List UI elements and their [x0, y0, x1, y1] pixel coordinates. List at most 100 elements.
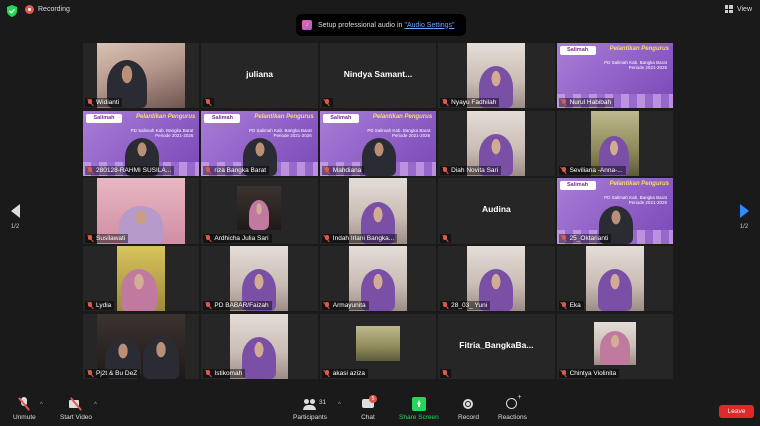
participant-name-label: Lydia: [85, 301, 115, 311]
participants-caret-icon[interactable]: ^: [338, 402, 341, 408]
microphone-muted-icon: [205, 166, 211, 174]
participant-video: [355, 325, 400, 361]
participant-tile[interactable]: Nindya Samant...: [319, 43, 437, 109]
salimah-logo: Salimah: [322, 113, 359, 123]
participant-video-person: [143, 336, 179, 379]
audio-settings-link[interactable]: "Audio Settings": [404, 22, 454, 29]
reactions-button[interactable]: Reactions: [498, 394, 527, 421]
prev-page-nav[interactable]: 1/2: [8, 204, 22, 230]
next-page-nav[interactable]: 1/2: [737, 204, 751, 230]
participant-name-center: Nindya Samant...: [343, 69, 413, 79]
participant-name-label: akasi aziza: [321, 368, 368, 378]
reactions-label: Reactions: [498, 414, 527, 421]
participant-name: 28_03_ Yuni: [451, 302, 488, 310]
recording-indicator[interactable]: Recording: [25, 5, 70, 14]
chat-button[interactable]: 5 Chat: [361, 395, 377, 421]
participant-tile[interactable]: Salimah Pelantikan Pengurus PD Salimah Kab…: [556, 43, 673, 109]
unmute-button[interactable]: Unmute: [13, 397, 36, 421]
banner-period-line: Periode 2021-2026: [391, 132, 431, 138]
participant-name-label: Susilawati: [85, 233, 129, 243]
audio-settings-notice: ♪ Setup professional audio in "Audio Set…: [296, 14, 466, 36]
microphone-muted-icon: [205, 99, 211, 106]
participant-name-label: 280128-RAHMI SUSILA...: [85, 165, 175, 175]
participant-video-person: [249, 199, 270, 230]
microphone-muted-icon: [561, 166, 567, 174]
participant-tile[interactable]: Salimah Pelantikan Pengurus PD Salimah Kab…: [201, 110, 318, 176]
salimah-logo: Salimah: [559, 46, 596, 55]
participant-name-label: Pj2t & Bu DeZ: [85, 368, 141, 378]
participant-name: akasi aziza: [332, 369, 365, 377]
participant-name: Istikomah: [214, 369, 243, 377]
audio-options-caret-icon[interactable]: ^: [40, 402, 43, 408]
banner-title: Pelantikan Pengurus: [609, 46, 669, 52]
leave-button[interactable]: Leave: [719, 405, 754, 418]
participant-name: Nurul Habibah: [569, 99, 612, 107]
view-button[interactable]: View: [724, 5, 752, 13]
page-indicator-right: 1/2: [739, 224, 749, 230]
record-icon: [461, 397, 475, 411]
start-video-button[interactable]: Start Video: [60, 397, 92, 421]
participant-tile[interactable]: Lydia: [83, 246, 200, 312]
microphone-muted-icon: [324, 369, 330, 377]
participant-name-label: Ardhicha Julia Sari: [203, 233, 272, 243]
participant-name-center: Fitria_BangkaBa...: [459, 339, 534, 350]
reactions-icon: [505, 394, 521, 411]
participant-video-person: [597, 269, 632, 312]
shield-icon[interactable]: [7, 5, 17, 17]
video-gallery: Widianti juliana Nindya Samant... Nyayu Fad…: [83, 43, 677, 383]
share-screen-button[interactable]: Share Screen: [399, 397, 439, 421]
participant-tile[interactable]: Istikomah: [201, 313, 318, 379]
video-options-caret-icon[interactable]: ^: [94, 402, 97, 408]
participant-name: Susilawati: [96, 234, 126, 242]
microphone-muted-icon: [87, 166, 93, 174]
microphone-muted-icon: [87, 302, 93, 309]
microphone-muted-icon: [442, 166, 448, 174]
chevron-left-icon[interactable]: [10, 204, 20, 218]
participant-tile[interactable]: Fitria_BangkaBa...: [438, 313, 555, 379]
participant-tile[interactable]: Seviliana -Anna-...: [556, 110, 673, 176]
participant-video: [237, 186, 282, 230]
participant-tile[interactable]: Ardhicha Julia Sari: [201, 178, 318, 244]
share-screen-label: Share Screen: [399, 414, 439, 421]
participant-name: Chintya Violinita: [569, 369, 617, 377]
banner-subtitle-line: PD Salimah Kab. Bangka Barat: [130, 127, 194, 133]
participant-name: PD BABAR/Faizah: [214, 302, 269, 310]
participant-tile[interactable]: Audina: [438, 178, 555, 244]
participant-tile[interactable]: PD BABAR/Faizah: [201, 246, 318, 312]
participant-tile[interactable]: Nyayu Fadhilah: [438, 43, 555, 109]
recording-label: Recording: [38, 6, 70, 13]
microphone-muted-icon: [324, 302, 330, 309]
participant-tile[interactable]: juliana: [201, 43, 318, 109]
participants-count: 31: [318, 399, 327, 406]
participant-tile[interactable]: Eka: [556, 246, 673, 312]
participants-label: Participants: [293, 414, 327, 421]
chevron-right-icon[interactable]: [739, 204, 749, 218]
record-button[interactable]: Record: [458, 397, 479, 421]
microphone-muted-icon: [205, 302, 211, 309]
participant-tile[interactable]: Diah Novita Sari: [438, 110, 555, 176]
participant-tile[interactable]: 28_03_ Yuni: [438, 246, 555, 312]
microphone-muted-icon: [324, 99, 330, 106]
participant-tile[interactable]: Salimah Pelantikan Pengurus PD Salimah Kab…: [319, 110, 437, 176]
banner-subtitle-line: PD Salimah Kab. Bangka Barat: [248, 127, 312, 133]
participant-name: Pj2t & Bu DeZ: [96, 369, 138, 377]
participant-tile[interactable]: Chintya Violinita: [556, 313, 673, 379]
participant-tile[interactable]: Susilawati: [83, 178, 200, 244]
participants-button[interactable]: 31 Participants: [293, 397, 327, 421]
participant-tile[interactable]: Salimah Pelantikan Pengurus PD Salimah Kab…: [556, 178, 673, 244]
participant-name-center: juliana: [246, 69, 274, 79]
participant-tile[interactable]: Pj2t & Bu DeZ: [83, 313, 200, 379]
participant-tile[interactable]: akasi aziza: [319, 313, 437, 379]
banner-subtitle-line: PD Salimah Kab. Bangka Barat: [367, 127, 431, 133]
music-note-icon: ♪: [302, 20, 312, 30]
participant-name-label: Armayunita: [321, 301, 369, 311]
participant-name-label: Indah Irlani Bangka...: [321, 233, 398, 243]
participant-tile[interactable]: Indah Irlani Bangka...: [319, 178, 437, 244]
participant-tile[interactable]: Armayunita: [319, 246, 437, 312]
participant-name-label: 28_03_ Yuni: [440, 301, 491, 311]
participant-tile[interactable]: Widianti: [83, 43, 200, 109]
participant-tile[interactable]: Salimah Pelantikan Pengurus PD Salimah Kab…: [83, 110, 200, 176]
salimah-logo: Salimah: [559, 181, 596, 191]
participant-video: [585, 246, 644, 312]
microphone-muted-icon: [205, 369, 211, 377]
